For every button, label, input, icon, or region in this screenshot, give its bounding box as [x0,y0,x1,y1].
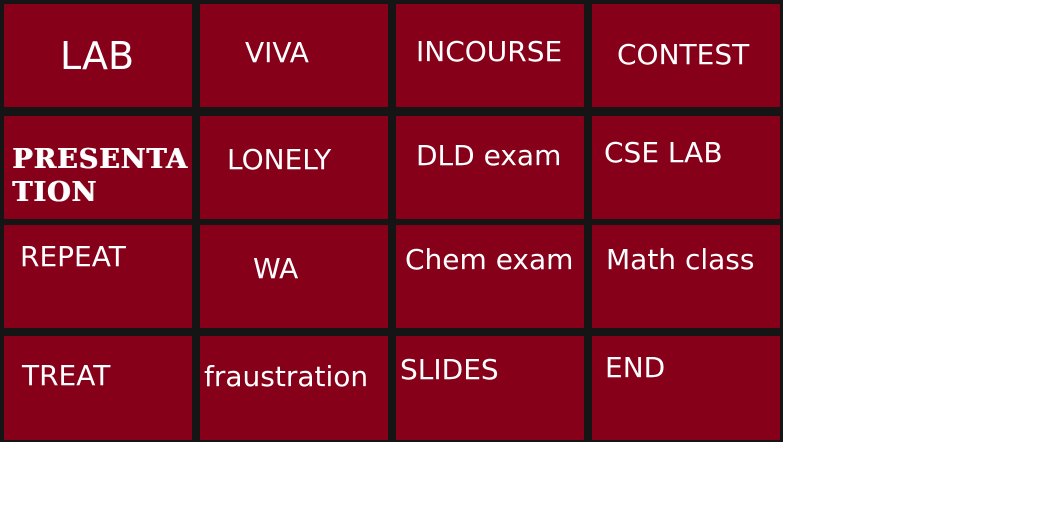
tile-treat[interactable]: TREAT [4,336,192,440]
tile-label: PRESENTA TION [12,144,188,208]
tile-presentation[interactable]: PRESENTA TION [4,116,192,219]
tile-repeat[interactable]: REPEAT [4,225,192,328]
tile-label: LONELY [227,143,332,176]
tile-label: LAB [60,34,135,78]
tile-label: fraustration [204,360,369,393]
tile-label: END [605,351,666,384]
tile-label: CSE LAB [604,136,723,169]
tile-label: VIVA [245,36,309,69]
tile-label: CONTEST [617,38,750,71]
tile-label: INCOURSE [416,35,563,68]
tile-label: TREAT [22,359,111,392]
tile-lab[interactable]: LAB [4,4,192,107]
tile-label: SLIDES [400,353,499,386]
tile-label: Math class [606,243,755,276]
tile-wa[interactable]: WA [200,225,388,328]
tile-chem-exam[interactable]: Chem exam [396,225,584,328]
tile-label: REPEAT [20,240,126,273]
word-grid: LAB VIVA INCOURSE CONTEST PRESENTA TION … [0,0,783,442]
tile-cse-lab[interactable]: CSE LAB [592,116,780,219]
tile-lonely[interactable]: LONELY [200,116,388,219]
tile-fraustration[interactable]: fraustration [200,336,388,440]
tile-dld-exam[interactable]: DLD exam [396,116,584,219]
tile-label: DLD exam [416,139,562,172]
tile-contest[interactable]: CONTEST [592,4,780,107]
tile-math-class[interactable]: Math class [592,225,780,328]
tile-viva[interactable]: VIVA [200,4,388,107]
tile-label: WA [253,252,299,285]
tile-end[interactable]: END [592,336,780,440]
tile-label: Chem exam [405,243,574,276]
tile-slides[interactable]: SLIDES [396,336,584,440]
tile-incourse[interactable]: INCOURSE [396,4,584,107]
